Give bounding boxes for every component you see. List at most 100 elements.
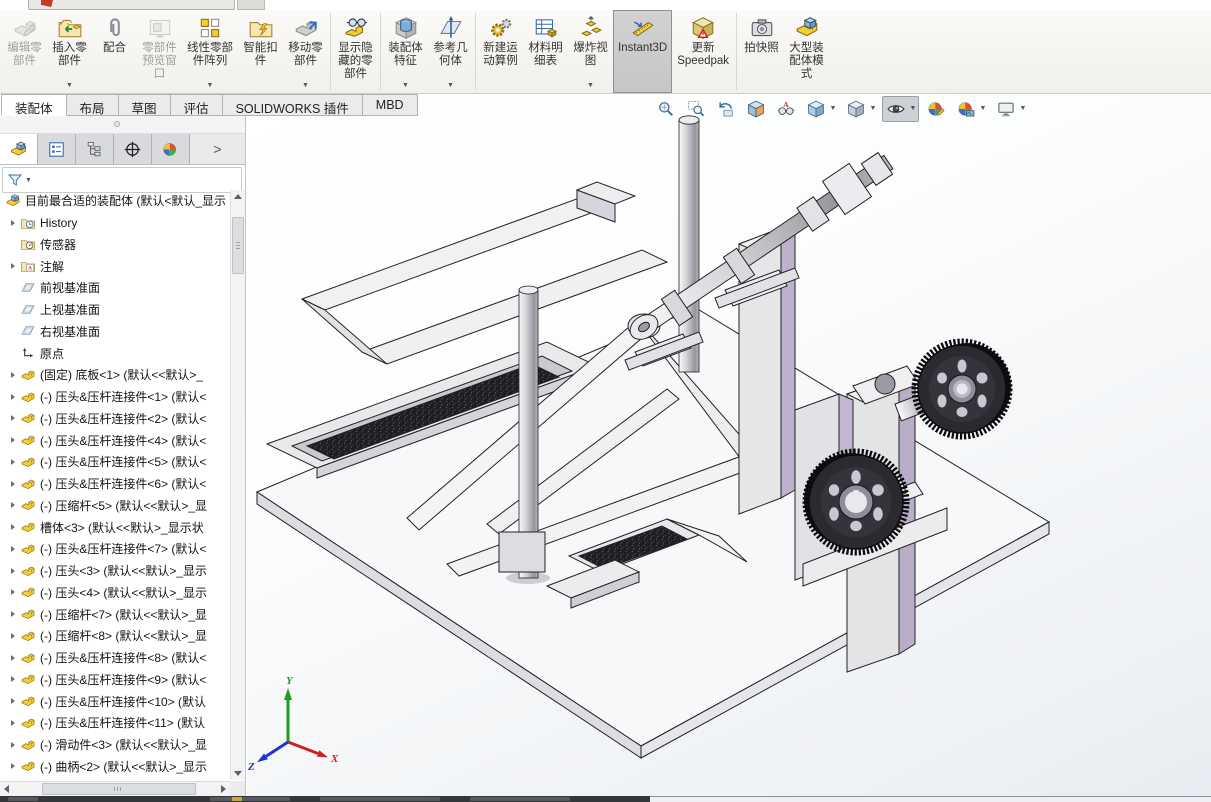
tree-item[interactable]: (固定) 底板<1> (默认<<默认>_ <box>0 364 230 386</box>
panel-tab-configurationmanager[interactable] <box>76 134 114 164</box>
tree-item[interactable]: (-) 压头&压杆连接件<10> (默认 <box>0 690 230 712</box>
ribbon-button-motion-study[interactable]: 新建运 动算例 <box>478 10 523 93</box>
expand-arrow-icon[interactable] <box>5 502 20 509</box>
tree-item[interactable]: (-) 压头&压杆连接件<7> (默认< <box>0 538 230 560</box>
tree-item[interactable]: 上视基准面 <box>0 299 230 321</box>
panel-tab-displaymanager[interactable] <box>152 134 190 164</box>
horizontal-scroll-thumb[interactable] <box>42 783 196 795</box>
ribbon-button-instant3d[interactable]: Instant3D <box>613 10 673 93</box>
expand-arrow-icon[interactable] <box>5 654 20 661</box>
graphics-viewport[interactable]: A ▼ ▼ ▼ ▼ ▼ Y X Z <box>247 94 1211 796</box>
dropdown-caret-icon[interactable]: ▼ <box>1018 105 1028 112</box>
ribbon-button-large-assembly-mode[interactable]: 大型装 配体模 式 <box>784 10 829 93</box>
tab-evaluate[interactable]: 评估 <box>169 94 223 116</box>
tree-item[interactable]: (-) 压头&压杆连接件<6> (默认< <box>0 473 230 495</box>
tab-mbd[interactable]: MBD <box>361 94 418 116</box>
tree-item[interactable]: 传感器 <box>0 234 230 256</box>
headsup-view-settings[interactable]: ▼ <box>992 96 1029 122</box>
dropdown-caret-icon[interactable]: ▼ <box>302 82 309 91</box>
ribbon-button-move-component[interactable]: 移动零 部件 ▼ <box>283 10 328 93</box>
ribbon-button-update-speedpak[interactable]: 更新 Speedpak <box>672 10 734 93</box>
expand-arrow-icon[interactable] <box>5 698 20 705</box>
dropdown-caret-icon[interactable]: ▼ <box>868 105 878 112</box>
model-upper-rail-frame[interactable] <box>300 181 669 365</box>
dropdown-caret-icon[interactable]: ▼ <box>447 82 454 91</box>
expand-arrow-icon[interactable] <box>5 480 20 487</box>
dropdown-caret-icon[interactable]: ▼ <box>66 82 73 91</box>
tree-item[interactable]: (-) 曲柄<2> (默认<<默认>_显示 <box>0 756 230 778</box>
ribbon-button-smart-fasteners[interactable]: 智能扣 件 <box>238 10 283 93</box>
ribbon-button-show-hidden-components[interactable]: 显示隐 藏的零 部件 <box>333 10 378 93</box>
expand-arrow-icon[interactable] <box>5 437 20 444</box>
tab-sketch[interactable]: 草图 <box>117 94 171 116</box>
tree-item[interactable]: (-) 压头&压杆连接件<2> (默认< <box>0 408 230 430</box>
expand-arrow-icon[interactable] <box>5 589 20 596</box>
expand-arrow-icon[interactable] <box>5 719 20 726</box>
panel-tab-dimxpertmanager[interactable] <box>114 134 152 164</box>
headsup-view-annotations[interactable]: A <box>772 96 799 122</box>
headsup-hide-show-items[interactable]: ▼ <box>882 95 919 122</box>
panel-tab-featuremanager[interactable] <box>0 134 38 164</box>
tree-item[interactable]: (-) 压头&压杆连接件<5> (默认< <box>0 451 230 473</box>
tree-item[interactable]: (-) 压头&压杆连接件<4> (默认< <box>0 429 230 451</box>
headsup-zoom-fit[interactable] <box>652 96 679 122</box>
dropdown-caret-icon[interactable]: ▼ <box>25 177 32 184</box>
expand-arrow-icon[interactable] <box>5 371 20 378</box>
tree-item[interactable]: (-) 滑动件<3> (默认<<默认>_显 <box>0 734 230 756</box>
tree-item[interactable]: (-) 压缩杆<7> (默认<<默认>_显 <box>0 603 230 625</box>
expand-arrow-icon[interactable] <box>5 763 20 770</box>
tree-horizontal-scrollbar[interactable] <box>0 781 230 796</box>
ribbon-button-exploded-view[interactable]: 爆炸视 图 ▼ <box>568 10 613 93</box>
expand-arrow-icon[interactable] <box>5 415 20 422</box>
ribbon-button-insert-component[interactable]: 插入零 部件 ▼ <box>47 10 92 93</box>
tab-assembly[interactable]: 装配体 <box>1 94 67 116</box>
tree-vertical-scrollbar[interactable] <box>230 190 245 780</box>
expand-arrow-icon[interactable] <box>5 263 20 270</box>
tree-item[interactable]: A 注解 <box>0 255 230 277</box>
ribbon-button-linear-pattern[interactable]: 线性零部 件阵列 ▼ <box>182 10 238 93</box>
expand-arrow-icon[interactable] <box>5 567 20 574</box>
dropdown-caret-icon[interactable]: ▼ <box>978 105 988 112</box>
tree-item[interactable]: (-) 压头<3> (默认<<默认>_显示 <box>0 560 230 582</box>
assembly-model[interactable]: Y X Z <box>247 94 1211 796</box>
panel-tab-overflow-chevron[interactable]: > <box>213 141 221 157</box>
panel-splitter-horizontal[interactable] <box>0 116 245 134</box>
tab-layout[interactable]: 布局 <box>65 94 119 116</box>
panel-tab-propertymanager[interactable] <box>38 134 76 164</box>
tab-solidworks-addins[interactable]: SOLIDWORKS 插件 <box>221 94 363 116</box>
scroll-up-button[interactable] <box>231 190 244 203</box>
tree-item[interactable]: (-) 压缩杆<8> (默认<<默认>_显 <box>0 625 230 647</box>
headsup-apply-scene[interactable]: ▼ <box>952 96 989 122</box>
headsup-section-view[interactable] <box>742 96 769 122</box>
expand-arrow-icon[interactable] <box>5 393 20 400</box>
ribbon-button-bom[interactable]: 材料明 细表 <box>523 10 568 93</box>
ribbon-button-reference-geometry[interactable]: 参考几 何体 ▼ <box>428 10 473 93</box>
scroll-right-button[interactable] <box>217 782 230 795</box>
dropdown-caret-icon[interactable]: ▼ <box>587 82 594 91</box>
dropdown-caret-icon[interactable]: ▼ <box>908 105 918 112</box>
tree-item[interactable]: (-) 压头&压杆连接件<11> (默认 <box>0 712 230 734</box>
scroll-left-button[interactable] <box>0 782 13 795</box>
expand-arrow-icon[interactable] <box>5 676 20 683</box>
tree-item[interactable]: 原点 <box>0 342 230 364</box>
headsup-edit-appearance[interactable] <box>922 96 949 122</box>
tree-item[interactable]: 槽体<3> (默认<<默认>_显示状 <box>0 516 230 538</box>
vertical-scroll-thumb[interactable] <box>232 217 244 274</box>
tree-item[interactable]: 前视基准面 <box>0 277 230 299</box>
headsup-view-orientation[interactable]: ▼ <box>802 96 839 122</box>
expand-arrow-icon[interactable] <box>5 741 20 748</box>
ribbon-button-mate[interactable]: 配合 <box>92 10 137 93</box>
expand-arrow-icon[interactable] <box>5 524 20 531</box>
tree-item[interactable]: (-) 压头&压杆连接件<8> (默认< <box>0 647 230 669</box>
headsup-display-style[interactable]: ▼ <box>842 96 879 122</box>
dropdown-caret-icon[interactable]: ▼ <box>402 82 409 91</box>
scroll-down-button[interactable] <box>231 767 244 780</box>
tree-item[interactable]: (-) 压头<4> (默认<<默认>_显示 <box>0 582 230 604</box>
expand-arrow-icon[interactable] <box>5 611 20 618</box>
tree-item[interactable]: (-) 压缩杆<5> (默认<<默认>_显 <box>0 495 230 517</box>
model-gear-large[interactable] <box>911 338 1013 440</box>
dropdown-caret-icon[interactable]: ▼ <box>207 82 214 91</box>
expand-arrow-icon[interactable] <box>5 545 20 552</box>
tree-item[interactable]: 右视基准面 <box>0 321 230 343</box>
tree-item[interactable]: History <box>0 212 230 234</box>
